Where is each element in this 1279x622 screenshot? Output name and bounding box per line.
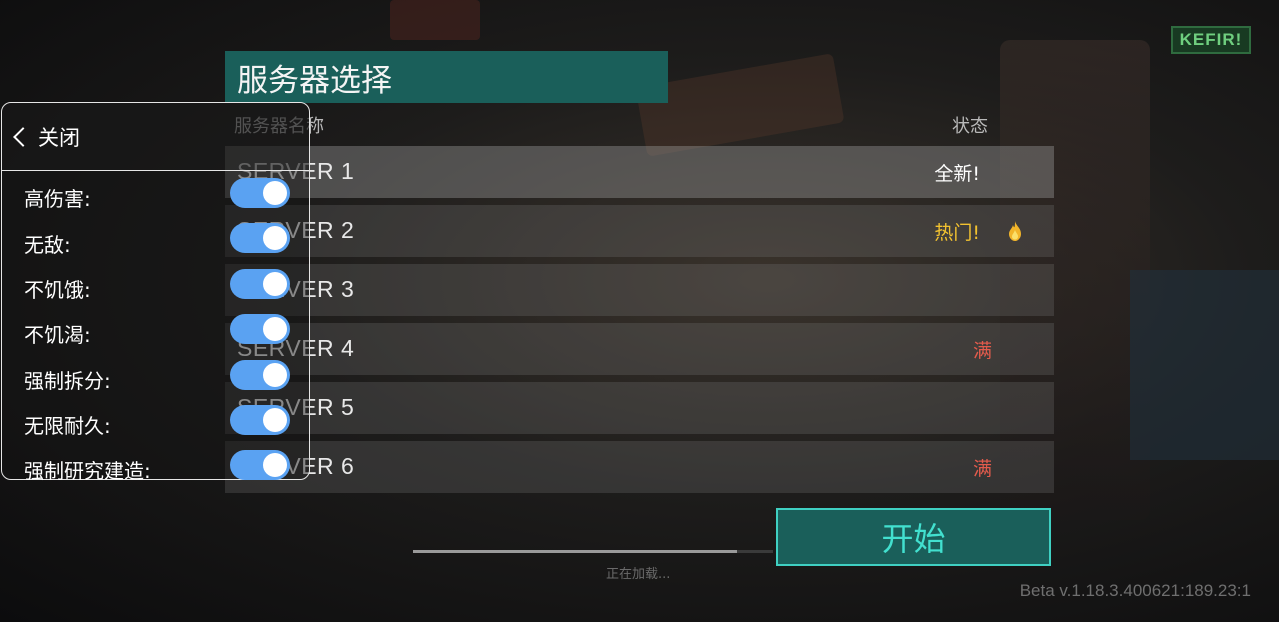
toggle-knob (263, 226, 287, 250)
mod-item-label: 强制拆分: (24, 369, 111, 393)
chevron-left-icon (13, 126, 33, 147)
server-row[interactable]: SERVER 6 满 (225, 441, 1054, 493)
server-row[interactable]: SERVER 5 (225, 382, 1054, 434)
mod-item-label: 无限耐久: (24, 414, 111, 438)
toggle-force-disassemble[interactable] (230, 360, 290, 390)
mod-menu-close-label: 关闭 (38, 125, 80, 150)
server-status: 全新! (934, 163, 980, 185)
toggle-knob (263, 272, 287, 296)
mod-menu-close-button[interactable]: 关闭 (2, 103, 309, 171)
server-row[interactable]: SERVER 2 热门! (225, 205, 1054, 257)
column-header-status: 状态 (952, 116, 988, 137)
fire-icon (1009, 221, 1021, 241)
background-sign (390, 0, 480, 40)
kefir-logo: KEFIR! (1171, 26, 1251, 54)
background-building (1130, 270, 1279, 460)
mod-menu-panel: 关闭 高伤害: 无敌: 不饥饿: 不饥渴: 强制拆分: 无限耐久: 强制研究建造… (1, 102, 310, 483)
mod-item-label: 高伤害: (24, 187, 91, 211)
toggle-invincible[interactable] (230, 223, 290, 253)
loading-progress-fill (413, 550, 737, 553)
mod-item-label: 不饥渴: (24, 323, 91, 347)
toggle-infinite-durability[interactable] (230, 405, 290, 435)
mod-item-label: 不饥饿: (24, 278, 91, 302)
page-title: 服务器选择 (225, 51, 668, 103)
toggle-high-damage[interactable] (230, 178, 290, 208)
mod-item-label: 强制研究建造: (24, 459, 151, 483)
toggle-force-research-build[interactable] (230, 450, 290, 480)
toggle-no-thirst[interactable] (230, 314, 290, 344)
toggle-knob (263, 181, 287, 205)
page-title-text: 服务器选择 (237, 62, 392, 99)
server-status: 满 (972, 340, 992, 362)
server-row[interactable]: SERVER 4 满 (225, 323, 1054, 375)
version-text: Beta v.1.18.3.400621:189.23:1 (1019, 581, 1251, 600)
server-status: 满 (972, 458, 992, 480)
toggle-knob (263, 317, 287, 341)
loading-progress-bar (413, 550, 773, 553)
toggle-knob (263, 408, 287, 432)
toggle-knob (263, 453, 287, 477)
toggle-knob (263, 363, 287, 387)
server-row[interactable]: SERVER 1 全新! (225, 146, 1054, 198)
toggle-no-hunger[interactable] (230, 269, 290, 299)
loading-text: 正在加载... (606, 567, 671, 582)
mod-item-label: 无敌: (24, 233, 71, 257)
server-row[interactable]: SERVER 3 (225, 264, 1054, 316)
start-button[interactable]: 开始 (776, 508, 1051, 566)
server-status: 热门! (934, 222, 980, 244)
